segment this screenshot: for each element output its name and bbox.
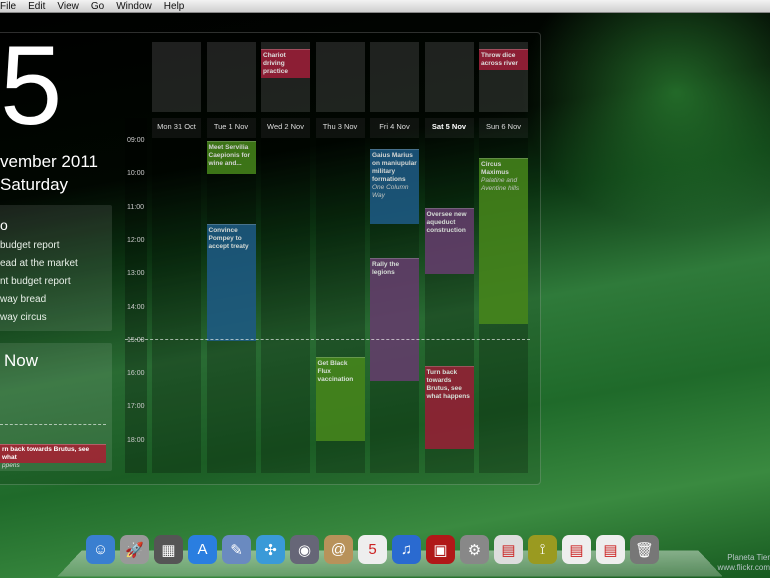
- now-divider: [0, 424, 106, 425]
- event-title: Get Black Flux vaccination: [317, 360, 354, 384]
- menu-bar: File Edit View Go Window Help: [0, 0, 770, 13]
- day-header: Thu 3 Nov: [315, 118, 365, 138]
- allday-event[interactable]: Throw dice across river: [479, 49, 528, 70]
- event-location: Palatine and Aventine hills: [481, 176, 520, 192]
- todo-item[interactable]: ead at the market: [0, 258, 78, 269]
- calendar-event[interactable]: Get Black Flux vaccination: [315, 357, 365, 441]
- event-title: Oversee new aqueduct construction: [426, 210, 467, 234]
- event-title: Rally the legions: [372, 260, 400, 276]
- finder-icon[interactable]: ☺: [86, 535, 115, 564]
- day-header: Tue 1 Nov: [206, 118, 256, 138]
- app-store-icon[interactable]: A: [188, 535, 217, 564]
- current-time-line: [125, 338, 530, 340]
- time-label: 11:00: [127, 203, 144, 211]
- day-header: Sun 6 Nov: [479, 118, 528, 138]
- event-title: Convince Pompey to accept treaty: [208, 227, 249, 251]
- photo-booth-icon[interactable]: ▣: [426, 535, 455, 564]
- allday-cell[interactable]: Throw dice across river: [479, 42, 528, 112]
- event-title: Circus Maximus: [481, 160, 509, 176]
- event-title: Gaius Marius on maniupular military form…: [372, 152, 417, 184]
- allday-cell[interactable]: [206, 42, 256, 112]
- day-column[interactable]: Mon 31 Oct: [152, 118, 201, 473]
- watermark-line1: Planeta Tier: [727, 553, 770, 562]
- calendar-event[interactable]: Rally the legions: [370, 257, 419, 381]
- now-heading: Now: [4, 351, 39, 370]
- event-title: Meet Servilia Caepionis for wine and...: [208, 144, 251, 167]
- day-column[interactable]: Sun 6 Nov Circus Maximus Palatine and Aven…: [479, 118, 528, 473]
- day-header: Sat 5 Nov: [424, 118, 474, 138]
- watermark: Planeta Tier www.flickr.com: [718, 553, 770, 573]
- todo-heading: o: [0, 217, 8, 233]
- time-label: 16:00: [127, 370, 145, 378]
- time-label: 12:00: [127, 236, 145, 244]
- day-header: Wed 2 Nov: [261, 118, 310, 138]
- system-preferences-icon[interactable]: ⚙: [460, 535, 489, 564]
- calendar-event[interactable]: Meet Servilia Caepionis for wine and...: [206, 141, 256, 175]
- day-column[interactable]: Wed 2 Nov: [261, 118, 310, 473]
- utility-icon[interactable]: ⟟: [528, 535, 557, 564]
- event-title: Turn back towards Brutus, see what happe…: [426, 368, 470, 400]
- ical-icon[interactable]: 5: [358, 535, 387, 564]
- itunes-icon[interactable]: ♫: [392, 535, 421, 564]
- background-glow: [520, 0, 770, 230]
- document-2-icon[interactable]: ▤: [596, 535, 625, 564]
- time-label: 09:00: [127, 137, 145, 144]
- month-year: vember 2011: [0, 152, 98, 171]
- calendar-event[interactable]: Gaius Marius on maniupular military form…: [370, 149, 419, 225]
- launchpad-icon[interactable]: 🚀: [120, 535, 149, 564]
- todo-item[interactable]: budget report: [0, 240, 60, 251]
- day-column[interactable]: Sat 5 Nov Oversee new aqueduct constructi…: [424, 118, 474, 473]
- menu-help[interactable]: Help: [164, 1, 185, 12]
- facetime-icon[interactable]: ◉: [290, 535, 319, 564]
- todo-item[interactable]: way circus: [0, 312, 47, 323]
- dock: ☺ 🚀 ▦ A ✎ ✣ ◉ @5 ♫ ▣ ⚙ ▤ ⟟ ▤ ▤ 🗑: [86, 535, 659, 564]
- time-label: 10:00: [127, 170, 145, 178]
- menu-file[interactable]: File: [0, 1, 16, 12]
- preview-icon[interactable]: ✎: [222, 535, 251, 564]
- todo-item[interactable]: nt budget report: [0, 276, 71, 287]
- mission-control-icon[interactable]: ▦: [154, 535, 183, 564]
- weekday: Saturday: [0, 175, 69, 194]
- todo-item[interactable]: way bread: [0, 294, 46, 305]
- calendar-app-icon[interactable]: ▤: [494, 535, 523, 564]
- time-label: 18:00: [127, 436, 145, 444]
- menu-window[interactable]: Window: [116, 1, 152, 12]
- watermark-line2: www.flickr.com: [717, 563, 770, 572]
- safari-icon[interactable]: ✣: [256, 535, 285, 564]
- now-event-sub: ppens: [2, 462, 20, 469]
- allday-cell[interactable]: Chariot driving practice: [261, 42, 310, 112]
- allday-cell[interactable]: [315, 42, 365, 112]
- time-label: 14:00: [127, 303, 145, 311]
- now-box: Now rn back towards Brutus, see what ppen…: [0, 343, 112, 471]
- allday-event[interactable]: Chariot driving practice: [261, 49, 310, 78]
- time-label: 13:00: [127, 270, 145, 278]
- calendar-event[interactable]: Convince Pompey to accept treaty: [206, 224, 256, 341]
- calendar-event[interactable]: Circus Maximus Palatine and Aventine hill…: [479, 157, 528, 325]
- allday-cell[interactable]: [424, 42, 474, 112]
- day-header: Mon 31 Oct: [152, 118, 201, 138]
- calendar-event[interactable]: Turn back towards Brutus, see what happe…: [424, 365, 474, 450]
- day-column[interactable]: Thu 3 Nov Get Black Flux vaccination: [315, 118, 365, 473]
- address-book-icon[interactable]: @: [324, 535, 353, 564]
- event-location: One Column Way: [372, 184, 409, 200]
- menu-view[interactable]: View: [57, 1, 79, 12]
- menu-edit[interactable]: Edit: [28, 1, 45, 12]
- todo-box: o budget report ead at the market nt bud…: [0, 205, 112, 331]
- day-column[interactable]: Tue 1 Nov Meet Servilia Caepionis for win…: [206, 118, 256, 473]
- big-day-number: 5: [0, 23, 63, 148]
- day-header: Fri 4 Nov: [370, 118, 419, 138]
- trash-icon[interactable]: 🗑: [630, 535, 659, 564]
- calendar-event[interactable]: Oversee new aqueduct construction: [424, 207, 474, 275]
- allday-cell[interactable]: [152, 42, 201, 112]
- document-icon[interactable]: ▤: [562, 535, 591, 564]
- now-event[interactable]: rn back towards Brutus, see what ppens: [0, 444, 106, 469]
- time-label: 17:00: [127, 403, 145, 411]
- menu-go[interactable]: Go: [91, 1, 104, 12]
- day-column[interactable]: Fri 4 Nov Gaius Marius on maniupular mili…: [370, 118, 419, 473]
- allday-cell[interactable]: [370, 42, 419, 112]
- now-event-title: rn back towards Brutus, see what: [2, 446, 90, 461]
